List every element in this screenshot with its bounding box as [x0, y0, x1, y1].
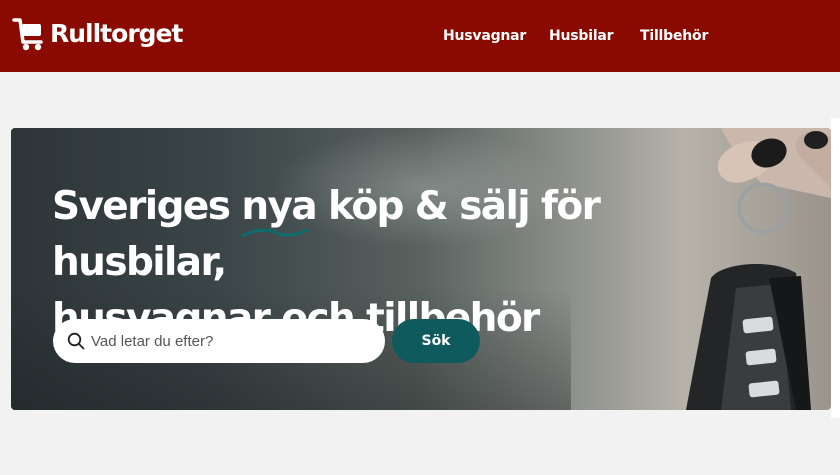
search-field[interactable] [53, 319, 385, 363]
search-input[interactable] [91, 332, 371, 350]
squiggle-underline-icon [241, 228, 309, 238]
site-header: Rulltorget Husvagnar Husbilar Tillbehör [0, 0, 840, 72]
search-icon [67, 332, 85, 350]
highlight-word: nya [241, 184, 317, 229]
hero-title-start: Sveriges [52, 184, 242, 229]
search-button[interactable]: Sök [392, 319, 480, 363]
nav-link-tillbehor[interactable]: Tillbehör [640, 28, 708, 44]
nav-link-husbilar[interactable]: Husbilar [549, 28, 614, 44]
hero-title-highlight: nya [241, 179, 318, 238]
main-nav: Husvagnar Husbilar Tillbehör [0, 0, 840, 72]
page-edge [831, 118, 840, 418]
nav-link-husvagnar[interactable]: Husvagnar [443, 28, 526, 44]
hero-banner: Sveriges nya köp & sälj för husbilar, hu… [11, 128, 831, 410]
